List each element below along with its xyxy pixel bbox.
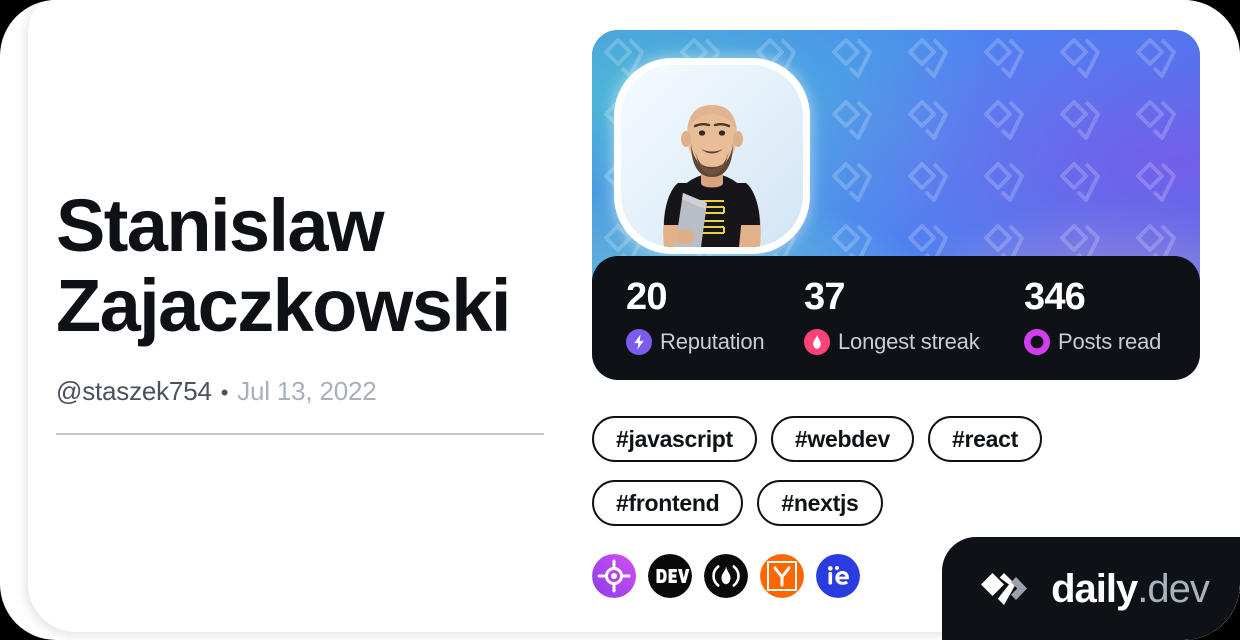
stat-label: Posts read <box>1058 329 1162 354</box>
stat-value: 346 <box>1024 276 1086 318</box>
profile-details: 20 Reputation 37 Longest streak 346 Post… <box>592 30 1200 598</box>
brand-wordmark: daily.dev <box>1051 566 1210 611</box>
tag-item[interactable]: #nextjs <box>757 480 883 526</box>
source-icon-hackernews[interactable] <box>760 554 804 598</box>
stat-posts-read: 346 Posts read <box>1024 278 1161 355</box>
brand-name: daily <box>1051 566 1138 611</box>
daily-dev-badge: daily.dev <box>942 537 1240 640</box>
divider <box>56 432 544 435</box>
daily-dev-logo-icon <box>981 572 1028 605</box>
stat-label-row: Longest streak <box>804 329 1024 355</box>
avatar-image <box>621 65 803 247</box>
stat-value: 20 <box>626 276 667 318</box>
meta-separator: • <box>220 379 229 405</box>
stat-label-row: Posts read <box>1024 329 1161 355</box>
profile-summary: Stanislaw Zajaczkowski @staszek754 • Jul… <box>56 186 556 435</box>
source-icon-hashnode[interactable] <box>704 554 748 598</box>
posts-read-ring-icon <box>1024 329 1050 355</box>
stat-longest-streak: 37 Longest streak <box>804 278 1024 355</box>
page-title: Stanislaw Zajaczkowski <box>56 184 511 347</box>
tag-item[interactable]: #react <box>927 416 1042 462</box>
streak-flame-icon <box>804 329 830 355</box>
tag-item[interactable]: #webdev <box>770 416 914 462</box>
reputation-bolt-icon <box>626 329 652 355</box>
profile-card: Stanislaw Zajaczkowski @staszek754 • Jul… <box>0 0 1240 640</box>
avatar <box>614 58 810 254</box>
tag-item[interactable]: #javascript <box>592 416 757 462</box>
joined-date: Jul 13, 2022 <box>237 375 377 406</box>
tag-item[interactable]: #frontend <box>592 480 744 526</box>
tag-list: #javascript #webdev #react #frontend #ne… <box>592 416 1200 526</box>
source-icon-devto[interactable] <box>648 554 692 598</box>
cover-block: 20 Reputation 37 Longest streak 346 Post… <box>592 30 1200 380</box>
source-icon-ie[interactable] <box>816 554 860 598</box>
stat-reputation: 20 Reputation <box>626 278 804 355</box>
stat-label-row: Reputation <box>626 329 804 355</box>
stat-value: 37 <box>804 276 845 318</box>
profile-meta: @staszek754 • Jul 13, 2022 <box>56 376 556 407</box>
stats-panel: 20 Reputation 37 Longest streak 346 Post… <box>592 256 1200 380</box>
brand-suffix: .dev <box>1137 566 1210 611</box>
stat-label: Longest streak <box>838 329 980 354</box>
stat-label: Reputation <box>660 329 765 354</box>
username: @staszek754 <box>56 375 212 406</box>
stats-row: 20 Reputation 37 Longest streak 346 Post… <box>626 278 1166 355</box>
source-icon-target[interactable] <box>592 554 636 598</box>
